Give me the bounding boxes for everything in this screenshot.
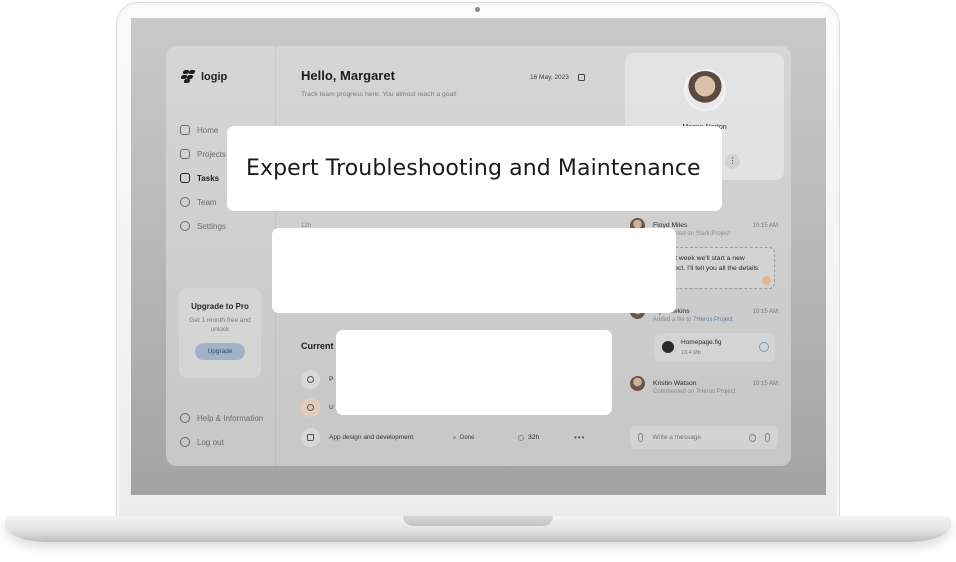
- info-icon: [180, 413, 190, 423]
- task-name: App design and development: [329, 434, 414, 441]
- team-icon: [180, 197, 190, 207]
- figma-file-icon: [662, 341, 674, 353]
- message-input[interactable]: [652, 434, 741, 441]
- sidebar-item-settings[interactable]: Settings: [180, 214, 226, 238]
- profile-more-button[interactable]: ⋮: [725, 154, 740, 169]
- sidebar-item-label: Team: [197, 197, 217, 207]
- more-options-icon[interactable]: •••: [574, 433, 585, 442]
- blank-card: [336, 330, 612, 415]
- activity-description: Commented on 7Heros Project: [653, 389, 736, 395]
- brand-name: logip: [201, 70, 228, 83]
- task-status: Done: [453, 435, 518, 441]
- tasks-icon: [180, 173, 190, 183]
- activity-description: Added a file to 7Heros Project: [653, 317, 778, 323]
- current-date: 16 May, 2023: [530, 74, 569, 81]
- upgrade-subtitle: Get 1 month free and unlock: [189, 317, 251, 334]
- sidebar: logip Home Projects Tasks Team Settings …: [166, 46, 276, 466]
- activity-item[interactable]: Kristin Watson 10:15 AM Commented on 7He…: [630, 376, 778, 395]
- logo-icon: [180, 70, 196, 83]
- activity-time: 10:15 AM: [752, 308, 778, 315]
- file-size: 13.4 Mb: [681, 350, 701, 356]
- sidebar-item-label: Log out: [197, 437, 224, 447]
- download-icon[interactable]: [759, 342, 769, 352]
- grid-icon: [180, 149, 190, 159]
- upgrade-card: Upgrade to Pro Get 1 month free and unlo…: [179, 288, 261, 378]
- message-text: Next week we'll start a new project. I'l…: [663, 255, 759, 282]
- upgrade-button[interactable]: Upgrade: [194, 343, 246, 361]
- microphone-icon[interactable]: [765, 433, 770, 442]
- activity-user: Kristin Watson: [653, 380, 697, 387]
- message-composer: [630, 426, 778, 449]
- calendar-icon: [578, 74, 585, 81]
- reaction-icon[interactable]: [762, 276, 771, 285]
- sidebar-bottom-nav: Help & Information Log out: [180, 406, 263, 454]
- emoji-icon[interactable]: [749, 433, 757, 442]
- sidebar-item-home[interactable]: Home: [180, 118, 226, 142]
- activity-time: 10:15 AM: [752, 222, 778, 229]
- activity-time: 10:15 AM: [752, 380, 778, 387]
- laptop-notch: [403, 516, 553, 526]
- task-row[interactable]: App design and development Done 32h •••: [301, 428, 596, 447]
- page-subtitle: Track team progress here. You almost rea…: [301, 91, 457, 98]
- status-dot-icon: [453, 436, 456, 439]
- task-status-label: Done: [460, 434, 475, 441]
- clock-icon: [518, 434, 524, 441]
- sidebar-item-logout[interactable]: Log out: [180, 430, 263, 454]
- blank-card: [272, 228, 676, 313]
- square-glyph: [307, 434, 314, 441]
- sidebar-item-tasks[interactable]: Tasks: [180, 166, 226, 190]
- logout-icon: [180, 437, 190, 447]
- gear-icon: [180, 221, 190, 231]
- home-icon: [180, 125, 190, 135]
- upgrade-title: Upgrade to Pro: [191, 302, 249, 311]
- attach-icon[interactable]: [638, 433, 644, 442]
- avatar[interactable]: [684, 69, 726, 111]
- sidebar-nav: Home Projects Tasks Team Settings: [180, 118, 226, 238]
- page-title: Hello, Margaret: [301, 68, 395, 83]
- activity-description-text: Added a file to: [653, 317, 694, 323]
- brand-logo[interactable]: logip: [180, 70, 228, 83]
- sidebar-item-label: Home: [197, 125, 219, 135]
- sidebar-item-label: Projects: [197, 149, 226, 159]
- current-tasks-title: Current: [301, 341, 334, 351]
- sidebar-item-projects[interactable]: Projects: [180, 142, 226, 166]
- sidebar-item-label: Help & Information: [197, 413, 264, 423]
- headline-text: Expert Troubleshooting and Maintenance: [246, 156, 701, 181]
- avatar: [630, 376, 645, 391]
- chart-icon: [301, 370, 320, 389]
- sidebar-item-help[interactable]: Help & Information: [180, 406, 263, 430]
- camera-icon: [475, 7, 480, 12]
- sidebar-item-label: Tasks: [197, 173, 220, 183]
- sidebar-item-label: Settings: [197, 221, 226, 231]
- task-time-label: 32h: [528, 434, 540, 441]
- circle-glyph: [307, 376, 314, 383]
- circle-glyph: [307, 404, 314, 411]
- sidebar-item-team[interactable]: Team: [180, 190, 226, 214]
- file-name: Homepage.fig: [681, 339, 722, 346]
- task-time: 32h: [518, 434, 574, 441]
- project-link[interactable]: 7Heros Project: [693, 317, 733, 323]
- search-icon: [301, 398, 320, 417]
- file-attachment[interactable]: Homepage.fig 13.4 Mb: [654, 333, 775, 362]
- calendar-button[interactable]: [573, 69, 590, 86]
- headline-card: Expert Troubleshooting and Maintenance: [227, 126, 722, 211]
- image-icon: [301, 428, 320, 447]
